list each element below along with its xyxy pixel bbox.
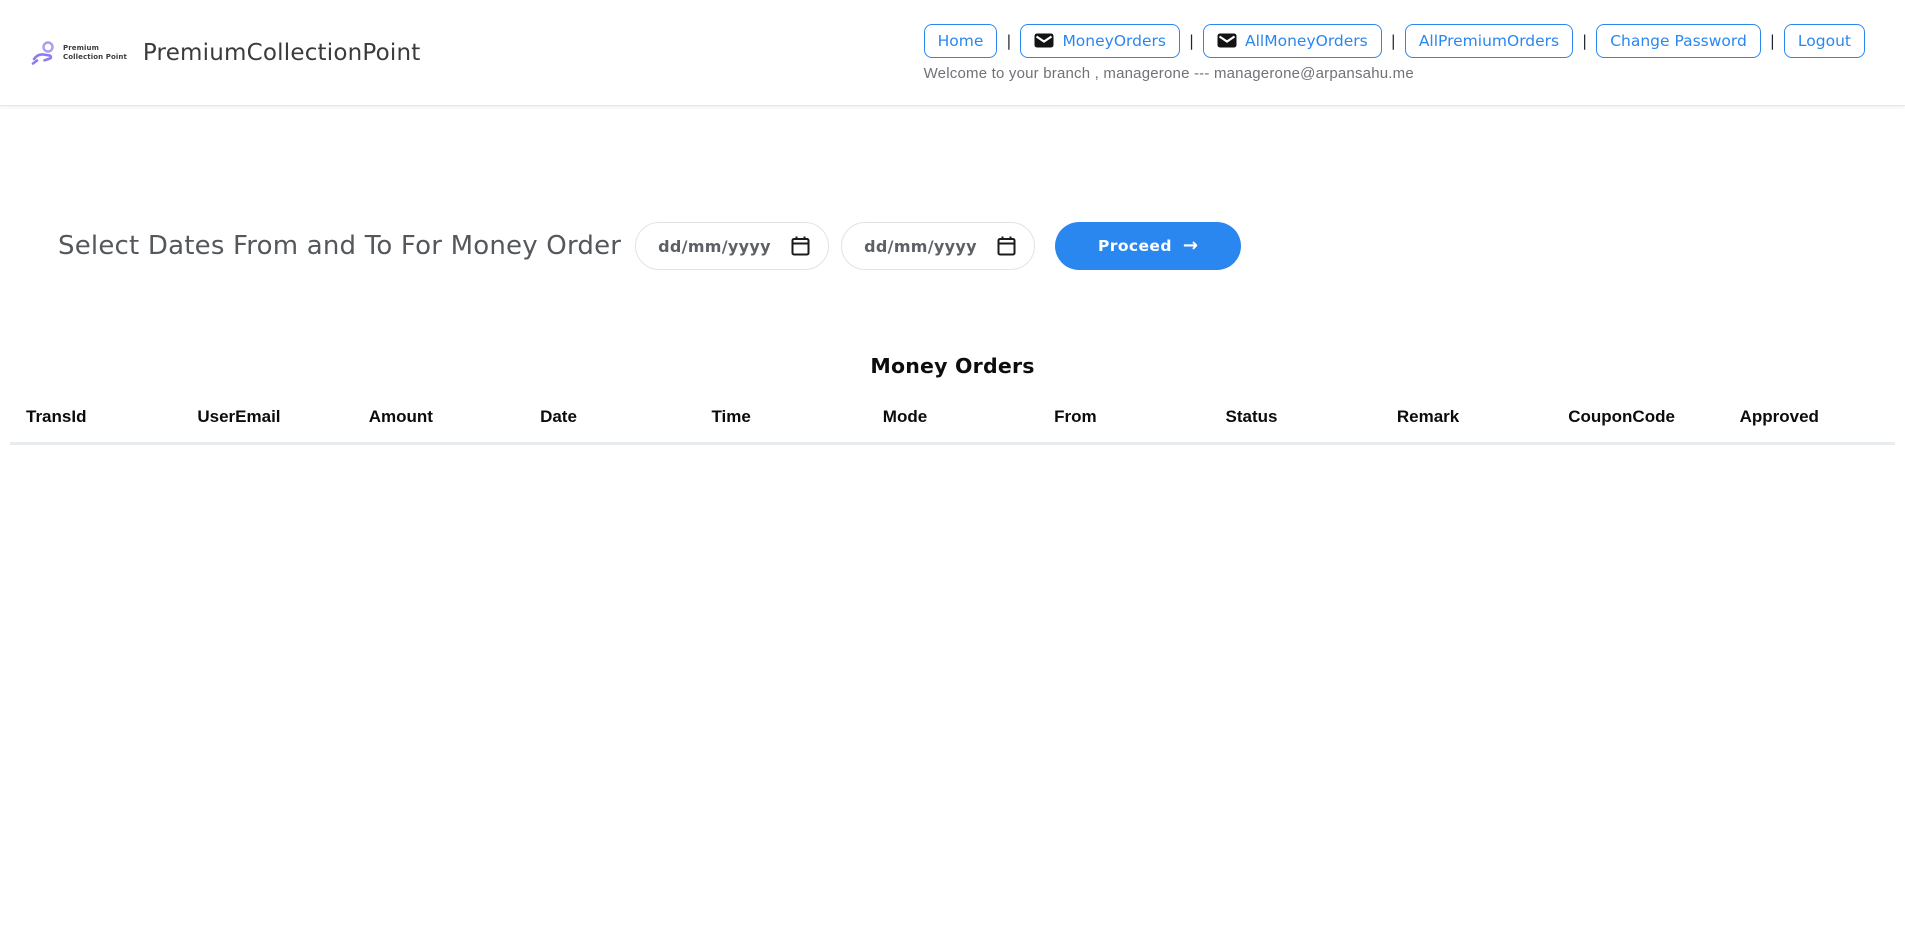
main-content: Select Dates From and To For Money Order… bbox=[0, 222, 1905, 445]
nav-separator: | bbox=[1189, 32, 1194, 50]
nav-button-label: Logout bbox=[1798, 32, 1851, 50]
calendar-icon[interactable] bbox=[791, 236, 810, 256]
money-orders-table: TransIdUserEmailAmountDateTimeModeFromSt… bbox=[10, 397, 1895, 445]
date-to-input[interactable]: dd/mm/yyyy bbox=[841, 222, 1035, 270]
column-header-date: Date bbox=[524, 397, 695, 444]
nav-button-label: Change Password bbox=[1610, 32, 1747, 50]
column-header-transid: TransId bbox=[10, 397, 181, 444]
table-title: Money Orders bbox=[0, 354, 1905, 378]
nav-separator: | bbox=[1006, 32, 1011, 50]
nav-button-home[interactable]: Home bbox=[924, 24, 998, 58]
logo-caption-line1: Premium bbox=[63, 44, 127, 53]
column-header-amount: Amount bbox=[353, 397, 524, 444]
proceed-label: Proceed bbox=[1098, 237, 1172, 255]
column-header-remark: Remark bbox=[1381, 397, 1552, 444]
date-filter-section: Select Dates From and To For Money Order… bbox=[58, 222, 1905, 270]
nav-button-allmoneyorders[interactable]: AllMoneyOrders bbox=[1203, 24, 1382, 58]
date-from-placeholder: dd/mm/yyyy bbox=[658, 237, 771, 256]
nav-separator: | bbox=[1770, 32, 1775, 50]
header-right: Home | MoneyOrders | AllMoneyOrders | AllPremi… bbox=[924, 24, 1865, 82]
column-header-time: Time bbox=[695, 397, 866, 444]
app-header: Premium Collection Point PremiumCollecti… bbox=[0, 0, 1905, 106]
nav-button-moneyorders[interactable]: MoneyOrders bbox=[1020, 24, 1180, 58]
column-header-status: Status bbox=[1210, 397, 1381, 444]
arrow-right-icon: → bbox=[1183, 237, 1198, 255]
app-title: PremiumCollectionPoint bbox=[143, 40, 421, 66]
column-header-couponcode: CouponCode bbox=[1552, 397, 1723, 444]
date-to-placeholder: dd/mm/yyyy bbox=[864, 237, 977, 256]
nav-button-label: Home bbox=[938, 32, 984, 50]
welcome-text: Welcome to your branch , managerone --- … bbox=[924, 65, 1414, 82]
nav-separator: | bbox=[1391, 32, 1396, 50]
main-nav: Home | MoneyOrders | AllMoneyOrders | AllPremi… bbox=[924, 24, 1865, 58]
calendar-icon[interactable] bbox=[997, 236, 1016, 256]
brand-link[interactable]: Premium Collection Point PremiumCollecti… bbox=[30, 38, 421, 68]
nav-button-logout[interactable]: Logout bbox=[1784, 24, 1865, 58]
logo-caption-line2: Collection Point bbox=[63, 53, 127, 62]
brand-logo-caption: Premium Collection Point bbox=[63, 44, 127, 62]
envelope-icon bbox=[1034, 33, 1054, 48]
column-header-useremail: UserEmail bbox=[181, 397, 352, 444]
hand-coin-logo-icon bbox=[30, 38, 60, 68]
nav-button-label: MoneyOrders bbox=[1062, 32, 1166, 50]
nav-button-label: AllPremiumOrders bbox=[1419, 32, 1559, 50]
nav-button-label: AllMoneyOrders bbox=[1245, 32, 1368, 50]
date-from-input[interactable]: dd/mm/yyyy bbox=[635, 222, 829, 270]
nav-separator: | bbox=[1582, 32, 1587, 50]
proceed-button[interactable]: Proceed → bbox=[1055, 222, 1241, 270]
nav-button-change-password[interactable]: Change Password bbox=[1596, 24, 1761, 58]
table-header-row: TransIdUserEmailAmountDateTimeModeFromSt… bbox=[10, 397, 1895, 444]
filter-heading: Select Dates From and To For Money Order bbox=[58, 231, 621, 261]
nav-button-allpremiumorders[interactable]: AllPremiumOrders bbox=[1405, 24, 1573, 58]
column-header-approved: Approved bbox=[1724, 397, 1895, 444]
envelope-icon bbox=[1217, 33, 1237, 48]
column-header-mode: Mode bbox=[867, 397, 1038, 444]
column-header-from: From bbox=[1038, 397, 1209, 444]
brand-logo: Premium Collection Point bbox=[30, 38, 127, 68]
